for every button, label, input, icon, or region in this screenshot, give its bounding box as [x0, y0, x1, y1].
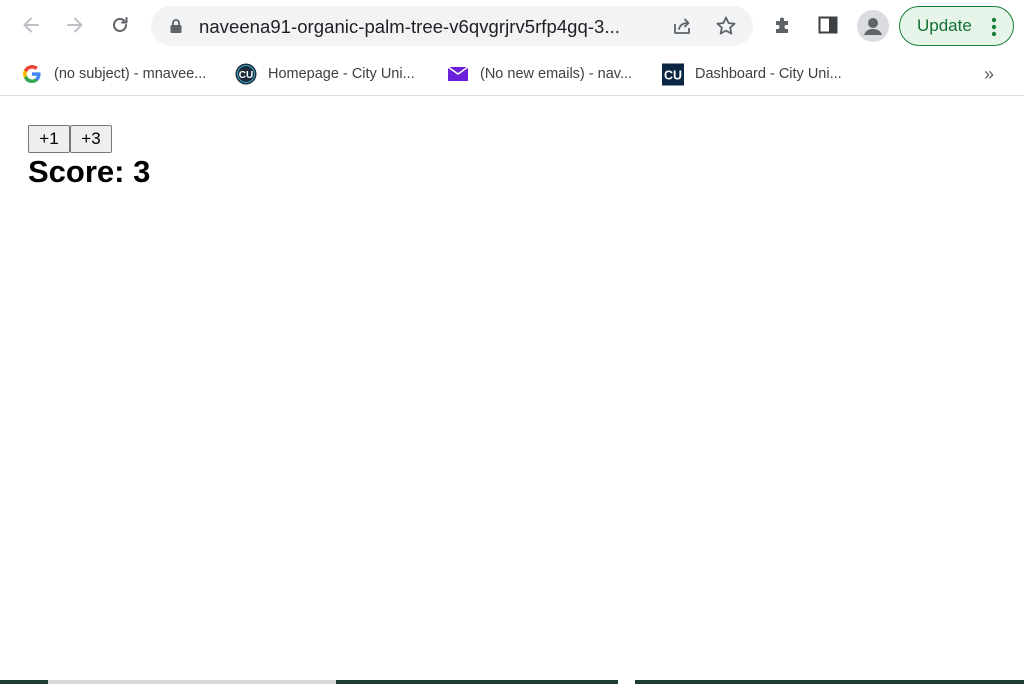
score-heading: Score: 3	[28, 154, 150, 190]
extensions-button[interactable]	[766, 8, 800, 42]
bookmarks-bar: (no subject) - mnavee... CU Homepage - C…	[0, 52, 1024, 96]
back-button[interactable]	[14, 8, 48, 42]
bookmark-label: Homepage - City Uni...	[268, 66, 415, 82]
reload-icon	[113, 17, 128, 32]
mail-icon	[447, 63, 469, 85]
browser-toolbar: naveena91-organic-palm-tree-v6qvgrjrv5rf…	[0, 0, 1024, 52]
update-button[interactable]: Update	[899, 6, 1014, 46]
svg-text:CU: CU	[664, 68, 682, 82]
cu-circle-icon: CU	[235, 63, 257, 85]
update-label: Update	[917, 16, 972, 35]
bookmark-label: Dashboard - City Uni...	[695, 66, 842, 82]
arrow-left-icon	[23, 17, 39, 33]
page-content: +1 +3 Score: 3	[0, 97, 1024, 680]
google-icon	[21, 63, 43, 85]
profile-avatar[interactable]	[857, 10, 889, 42]
bookmark-label: (No new emails) - nav...	[480, 66, 633, 82]
forward-button[interactable]	[58, 8, 92, 42]
score-value: 3	[133, 154, 151, 189]
svg-text:CU: CU	[239, 70, 253, 81]
url-text: naveena91-organic-palm-tree-v6qvgrjrv5rf…	[199, 16, 620, 37]
add-one-button[interactable]: +1	[28, 125, 70, 153]
bookmark-mail[interactable]: (No new emails) - nav...	[447, 60, 632, 88]
side-panel-button[interactable]	[811, 8, 845, 42]
lock-icon	[170, 19, 182, 33]
share-icon[interactable]	[671, 15, 693, 37]
cu-square-icon: CU	[662, 63, 684, 85]
bookmark-label: (no subject) - mnavee...	[54, 66, 207, 82]
reload-button[interactable]	[103, 8, 137, 42]
taskbar-segment	[0, 680, 48, 684]
puzzle-icon	[776, 17, 788, 33]
taskbar-segment	[336, 680, 618, 684]
bookmarks-overflow-button[interactable]: »	[984, 60, 994, 88]
person-icon	[864, 18, 882, 35]
kebab-menu-icon[interactable]	[988, 16, 1000, 38]
bookmark-gmail[interactable]: (no subject) - mnavee...	[21, 60, 206, 88]
address-bar[interactable]: naveena91-organic-palm-tree-v6qvgrjrv5rf…	[151, 6, 753, 46]
bookmark-city-uni-homepage[interactable]: CU Homepage - City Uni...	[235, 60, 415, 88]
score-label: Score:	[28, 154, 125, 189]
add-three-button[interactable]: +3	[70, 125, 112, 153]
taskbar-edge	[0, 680, 1024, 684]
arrow-right-icon	[67, 17, 83, 33]
taskbar-segment	[635, 680, 1024, 684]
bookmark-city-uni-dashboard[interactable]: CU Dashboard - City Uni...	[662, 60, 842, 88]
score-controls: +1 +3	[28, 125, 112, 153]
bookmark-star-icon[interactable]	[715, 15, 737, 37]
side-panel-icon	[818, 16, 838, 34]
taskbar-segment	[48, 680, 336, 684]
